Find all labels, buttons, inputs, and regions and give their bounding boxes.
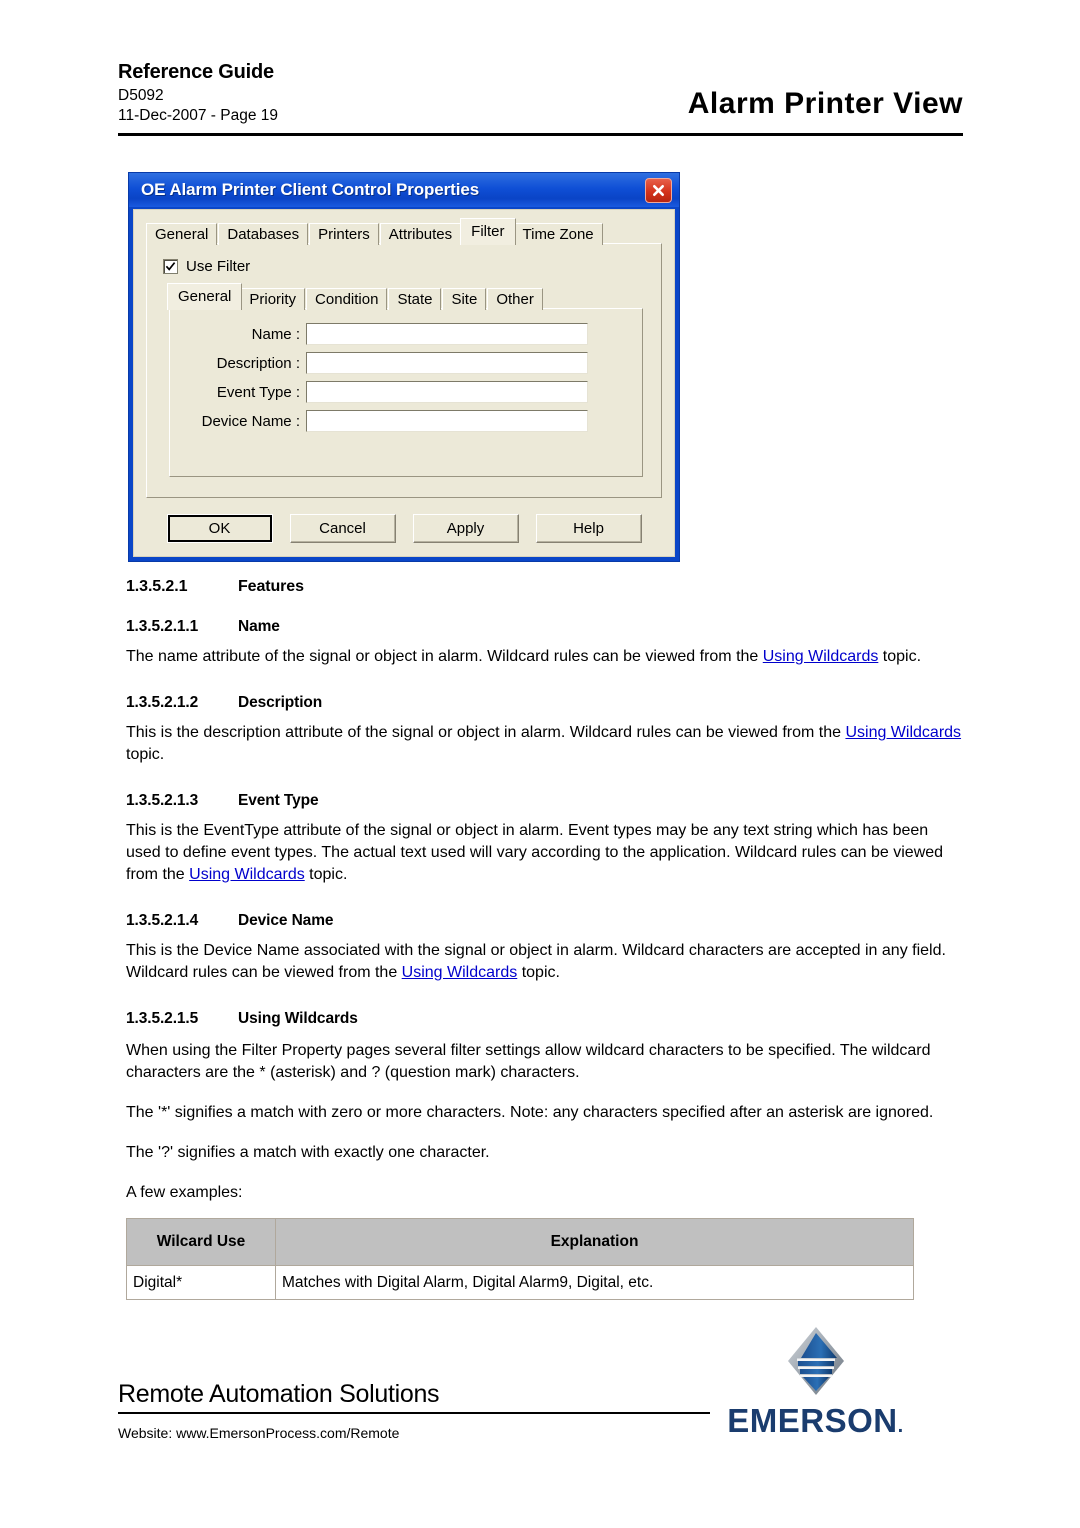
section-title: Using Wildcards bbox=[238, 1010, 358, 1027]
paragraph-device-name: This is the Device Name associated with … bbox=[126, 940, 964, 984]
header-left-block: Reference Guide D5092 11-Dec-2007 - Page… bbox=[118, 60, 278, 126]
column-header-wildcard-use: Wilcard Use bbox=[126, 1218, 276, 1266]
paragraph-event-type: This is the EventType attribute of the s… bbox=[126, 820, 964, 886]
cell-explanation: Matches with Digital Alarm, Digital Alar… bbox=[275, 1265, 914, 1300]
table-row: Digital* Matches with Digital Alarm, Dig… bbox=[126, 1265, 914, 1300]
section-number: 1.3.5.2.1.4 bbox=[126, 912, 199, 929]
tab-printers[interactable]: Printers bbox=[309, 223, 379, 245]
document-number: D5092 bbox=[118, 87, 164, 104]
name-label: Name : bbox=[251, 325, 300, 343]
text-fragment: topic. bbox=[517, 964, 560, 981]
section-number: 1.3.5.2.1.1 bbox=[126, 618, 199, 635]
section-heading-description: 1.3.5.2.1.2 Description bbox=[126, 694, 964, 712]
header-divider bbox=[118, 133, 963, 136]
text-fragment: topic. bbox=[126, 746, 165, 763]
emerson-wordmark: EMERSON. bbox=[723, 1404, 908, 1443]
text-fragment: topic. bbox=[304, 866, 348, 883]
paragraph-wildcards-intro: When using the Filter Property pages sev… bbox=[126, 1042, 931, 1081]
close-icon[interactable] bbox=[645, 177, 672, 203]
inner-tab-strip: General Priority Condition State Site Ot… bbox=[167, 283, 643, 310]
properties-dialog: OE Alarm Printer Client Control Properti… bbox=[128, 172, 680, 562]
name-input[interactable] bbox=[306, 323, 588, 345]
section-number: 1.3.5.2.1.3 bbox=[126, 792, 199, 809]
footer-divider bbox=[118, 1412, 710, 1414]
tab-filter[interactable]: Filter bbox=[460, 218, 516, 245]
filter-tab-panel: Use Filter General Priority Condition St… bbox=[146, 243, 662, 498]
text-fragment: The name attribute of the signal or obje… bbox=[126, 648, 763, 665]
section-heading-name: 1.3.5.2.1.1 Name bbox=[126, 618, 964, 636]
tab-general[interactable]: General bbox=[146, 223, 218, 245]
section-number: 1.3.5.2.1.2 bbox=[126, 694, 199, 711]
device-name-input[interactable] bbox=[306, 410, 588, 432]
inner-tab-priority[interactable]: Priority bbox=[240, 288, 306, 310]
apply-button[interactable]: Apply bbox=[412, 514, 519, 543]
tab-databases[interactable]: Databases bbox=[218, 223, 309, 245]
description-label: Description : bbox=[216, 354, 300, 372]
dialog-button-row: OK Cancel Apply Help bbox=[148, 514, 660, 546]
emerson-diamond-icon bbox=[787, 1327, 844, 1395]
form-row-event-type: Event Type : bbox=[170, 381, 628, 403]
event-type-label: Event Type : bbox=[216, 383, 300, 401]
link-using-wildcards[interactable]: Using Wildcards bbox=[189, 866, 305, 883]
section-number: 1.3.5.2.1.5 bbox=[126, 1010, 199, 1027]
section-title: Device Name bbox=[238, 912, 334, 929]
form-row-device-name: Device Name : bbox=[170, 410, 628, 432]
section-title: Event Type bbox=[238, 792, 319, 809]
paragraph-examples-intro: A few examples: bbox=[126, 1184, 243, 1201]
emerson-text: EMERSON bbox=[727, 1402, 898, 1439]
form-row-description: Description : bbox=[170, 352, 628, 374]
emerson-logo: EMERSON. bbox=[723, 1325, 908, 1443]
cell-wildcard-use: Digital* bbox=[126, 1265, 276, 1300]
table-header-row: Wilcard Use Explanation bbox=[126, 1218, 914, 1266]
paragraph-name: The name attribute of the signal or obje… bbox=[126, 646, 964, 668]
description-input[interactable] bbox=[306, 352, 588, 374]
wildcard-examples-table: Wilcard Use Explanation Digital* Matches… bbox=[126, 1218, 914, 1300]
filter-form: Name : Description : Event Type : Device… bbox=[170, 323, 628, 439]
form-row-name: Name : bbox=[170, 323, 628, 345]
inner-tab-general[interactable]: General bbox=[167, 283, 243, 310]
page-title: Alarm Printer View bbox=[687, 87, 963, 120]
reference-guide-label: Reference Guide bbox=[118, 61, 274, 83]
event-type-input[interactable] bbox=[306, 381, 588, 403]
ok-button[interactable]: OK bbox=[166, 514, 273, 543]
cancel-button[interactable]: Cancel bbox=[289, 514, 396, 543]
inner-tab-condition[interactable]: Condition bbox=[306, 288, 388, 310]
use-filter-checkbox[interactable]: Use Filter bbox=[163, 258, 250, 275]
emerson-dot: . bbox=[897, 1415, 904, 1437]
tab-time-zone[interactable]: Time Zone bbox=[513, 223, 603, 245]
use-filter-label: Use Filter bbox=[186, 258, 251, 275]
inner-tab-state[interactable]: State bbox=[388, 288, 442, 310]
column-header-explanation: Explanation bbox=[275, 1218, 914, 1266]
section-title: Name bbox=[238, 618, 280, 635]
general-filter-panel: Name : Description : Event Type : Device… bbox=[169, 308, 643, 477]
document-content: 1.3.5.2.1 Features 1.3.5.2.1.1 Name The na… bbox=[126, 578, 964, 1300]
link-using-wildcards[interactable]: Using Wildcards bbox=[402, 964, 518, 981]
section-number: 1.3.5.2.1 bbox=[126, 578, 188, 595]
inner-tab-other[interactable]: Other bbox=[487, 288, 543, 310]
text-fragment: topic. bbox=[878, 648, 922, 665]
help-button[interactable]: Help bbox=[535, 514, 642, 543]
tab-attributes[interactable]: Attributes bbox=[379, 223, 462, 245]
section-heading-event-type: 1.3.5.2.1.3 Event Type bbox=[126, 792, 964, 810]
dialog-titlebar: OE Alarm Printer Client Control Properti… bbox=[129, 173, 679, 207]
section-title: Description bbox=[238, 694, 323, 711]
device-name-label: Device Name : bbox=[201, 412, 300, 430]
inner-tab-site[interactable]: Site bbox=[442, 288, 487, 310]
section-title: Features bbox=[238, 578, 304, 595]
dialog-body: General Databases Printers Attributes Fi… bbox=[133, 209, 675, 557]
checkbox-checked-icon bbox=[163, 259, 178, 274]
outer-tab-strip: General Databases Printers Attributes Fi… bbox=[146, 218, 662, 245]
section-heading-device-name: 1.3.5.2.1.4 Device Name bbox=[126, 912, 964, 930]
document-date-page: 11-Dec-2007 - Page 19 bbox=[118, 107, 278, 124]
dialog-title: OE Alarm Printer Client Control Properti… bbox=[141, 180, 480, 199]
text-fragment: This is the description attribute of the… bbox=[126, 724, 846, 741]
paragraph-description: This is the description attribute of the… bbox=[126, 722, 964, 766]
section-heading-using-wildcards: 1.3.5.2.1.5 Using Wildcards bbox=[126, 1010, 964, 1028]
paragraph-question-mark: The '?' signifies a match with exactly o… bbox=[126, 1144, 490, 1161]
paragraph-asterisk: The '*' signifies a match with zero or m… bbox=[126, 1104, 934, 1121]
link-using-wildcards[interactable]: Using Wildcards bbox=[763, 648, 879, 665]
link-using-wildcards[interactable]: Using Wildcards bbox=[845, 724, 961, 741]
section-heading-features: 1.3.5.2.1 Features bbox=[126, 578, 964, 596]
